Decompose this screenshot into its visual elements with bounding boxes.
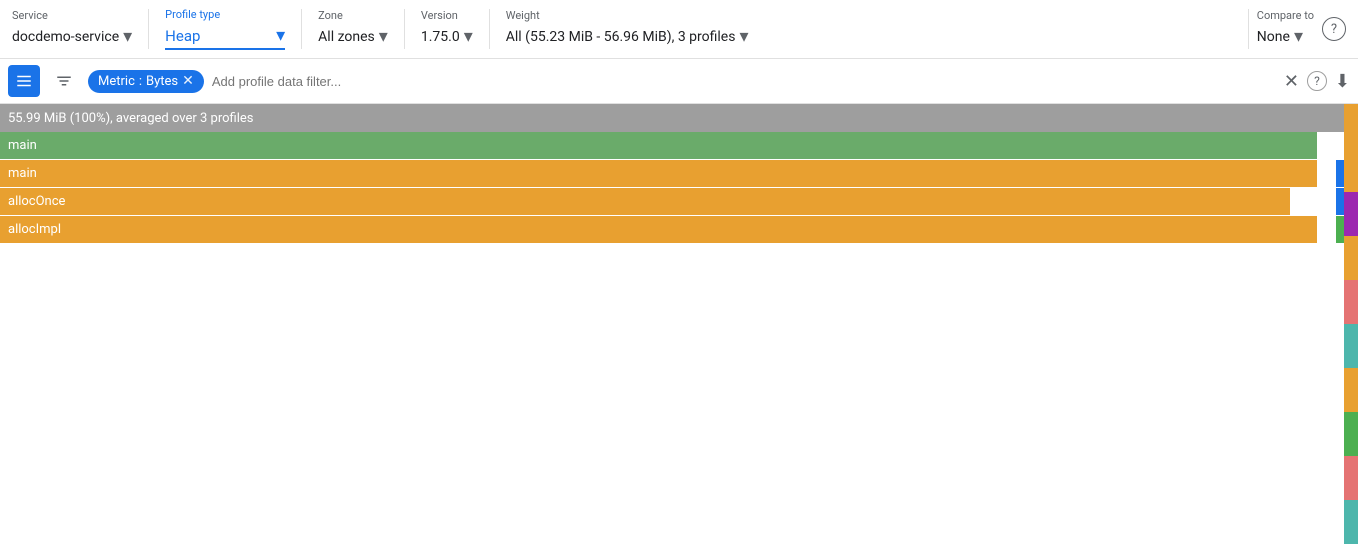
flame-row-label: allocOnce <box>8 194 65 209</box>
service-dropdown-group: Service docdemo-service ▾ <box>12 9 132 49</box>
flame-row[interactable]: allocOnce <box>0 188 1344 216</box>
version-dropdown-group: Version 1.75.0 ▾ <box>421 9 473 49</box>
zone-value: All zones <box>318 29 375 45</box>
side-strip <box>1344 236 1358 280</box>
side-strips <box>1344 104 1358 544</box>
flame-graph-container: 55.99 MiB (100%), averaged over 3 profil… <box>0 104 1358 544</box>
service-arrow-icon: ▾ <box>123 26 132 47</box>
flame-header-text: 55.99 MiB (100%), averaged over 3 profil… <box>8 111 254 126</box>
zone-dropdown-group: Zone All zones ▾ <box>318 9 388 49</box>
separator-1 <box>148 9 149 49</box>
side-strip <box>1344 324 1358 368</box>
flame-row-bg <box>0 160 1317 187</box>
compare-to-select[interactable]: None ▾ <box>1257 24 1314 49</box>
side-strip <box>1344 412 1358 456</box>
weight-select[interactable]: All (55.23 MiB - 56.96 MiB), 3 profiles … <box>506 24 749 49</box>
list-icon <box>15 72 33 90</box>
flame-row-label: allocImpl <box>8 222 61 237</box>
version-value: 1.75.0 <box>421 29 460 45</box>
flame-rows: main main allocOnce allocImpl <box>0 132 1344 244</box>
filter-settings-button[interactable] <box>48 65 80 97</box>
version-label: Version <box>421 9 473 22</box>
version-select[interactable]: 1.75.0 ▾ <box>421 24 473 49</box>
flame-row[interactable]: main <box>0 160 1344 188</box>
chip-metric-value: Bytes <box>146 74 178 89</box>
flame-main: 55.99 MiB (100%), averaged over 3 profil… <box>0 104 1344 544</box>
side-strip <box>1344 280 1358 324</box>
profile-type-value: Heap <box>165 27 200 45</box>
compare-to-dropdown-group: Compare to None ▾ <box>1257 9 1314 49</box>
toolbar: Service docdemo-service ▾ Profile type H… <box>0 0 1358 59</box>
flame-row[interactable]: allocImpl <box>0 216 1344 244</box>
compare-to-group: Compare to None ▾ ? <box>1248 9 1346 49</box>
profile-type-dropdown-group: Profile type Heap ▾ <box>165 8 285 50</box>
settings-icon <box>55 72 73 90</box>
side-strip <box>1344 500 1358 544</box>
flame-row-label: main <box>8 138 37 153</box>
flame-row-label: main <box>8 166 37 181</box>
compare-to-value: None <box>1257 29 1290 45</box>
chip-separator: : <box>139 74 142 89</box>
service-select[interactable]: docdemo-service ▾ <box>12 24 132 49</box>
flame-empty-space <box>0 244 1344 544</box>
flame-row-side-indicator <box>1336 160 1344 187</box>
weight-arrow-icon: ▾ <box>739 26 748 47</box>
flame-row-side-indicator <box>1336 216 1344 243</box>
filter-help-button[interactable]: ? <box>1307 71 1327 91</box>
close-filter-button[interactable]: ✕ <box>1284 71 1299 92</box>
toolbar-help-button[interactable]: ? <box>1322 17 1346 41</box>
profile-type-label: Profile type <box>165 8 285 21</box>
filter-bar: Metric : Bytes ✕ ✕ ? ⬇ <box>0 59 1358 104</box>
side-strip <box>1344 456 1358 500</box>
filter-input[interactable] <box>212 74 1276 89</box>
chip-close-button[interactable]: ✕ <box>182 74 194 88</box>
profile-type-select[interactable]: Heap ▾ <box>165 23 285 50</box>
list-view-button[interactable] <box>8 65 40 97</box>
flame-row[interactable]: main <box>0 132 1344 160</box>
download-button[interactable]: ⬇ <box>1335 71 1350 92</box>
flame-row-bg <box>0 188 1290 215</box>
weight-dropdown-group: Weight All (55.23 MiB - 56.96 MiB), 3 pr… <box>506 9 749 49</box>
profile-type-arrow-icon: ▾ <box>276 25 285 46</box>
side-strip <box>1344 104 1358 148</box>
side-strip <box>1344 368 1358 412</box>
separator-4 <box>489 9 490 49</box>
flame-row-side-indicator <box>1336 188 1344 215</box>
side-strip <box>1344 148 1358 192</box>
separator-3 <box>404 9 405 49</box>
weight-label: Weight <box>506 9 749 22</box>
zone-select[interactable]: All zones ▾ <box>318 24 388 49</box>
separator-2 <box>301 9 302 49</box>
compare-to-arrow-icon: ▾ <box>1294 26 1303 47</box>
weight-value: All (55.23 MiB - 56.96 MiB), 3 profiles <box>506 29 736 45</box>
service-value: docdemo-service <box>12 29 119 45</box>
separator-5 <box>1248 9 1249 49</box>
flame-row-bg <box>0 216 1317 243</box>
filter-bar-right: ✕ ? ⬇ <box>1284 71 1350 92</box>
flame-header-row: 55.99 MiB (100%), averaged over 3 profil… <box>0 104 1344 132</box>
service-label: Service <box>12 9 132 22</box>
version-arrow-icon: ▾ <box>464 26 473 47</box>
compare-to-label: Compare to <box>1257 9 1314 22</box>
flame-row-bg <box>0 132 1317 159</box>
zone-arrow-icon: ▾ <box>379 26 388 47</box>
chip-metric-label: Metric <box>98 74 135 89</box>
metric-filter-chip: Metric : Bytes ✕ <box>88 70 204 93</box>
side-strip <box>1344 192 1358 236</box>
zone-label: Zone <box>318 9 388 22</box>
